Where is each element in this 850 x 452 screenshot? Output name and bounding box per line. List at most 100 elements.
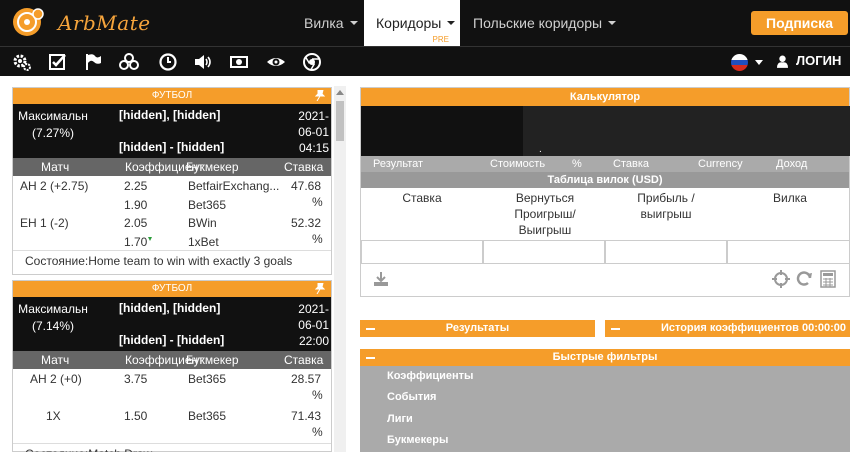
chrome-icon[interactable] [302,52,322,72]
filter-bookmakers[interactable]: Букмекеры [387,434,448,446]
stake-percent: % [312,195,323,209]
event-teams: [hidden], [hidden] [119,108,221,122]
eye-icon[interactable] [266,52,286,72]
coefficient: 3.75 [124,372,148,386]
return-input[interactable] [483,240,605,264]
refresh-icon[interactable] [795,270,813,288]
chevron-down-icon[interactable] [755,60,763,65]
stake-percent: % [312,388,323,402]
card-header: ФУТБОЛ [13,88,331,104]
col-bookmaker: Букмекер [186,353,239,367]
market: 1X [46,409,61,423]
quick-filters-toggle[interactable]: Быстрые фильтры [360,349,850,366]
market: AH 2 (+2.75) [20,179,89,193]
odds-history-label: История коэффициентов 00:00:00 [660,322,846,334]
stake-value: 52.32 [291,216,322,230]
col-cost: Стоимость [490,158,546,170]
nav-vilka[interactable]: Вилка [304,0,358,46]
app-logo-text[interactable]: ArbMate [58,11,151,35]
flag-icon[interactable] [83,52,103,72]
chevron-down-icon [447,21,456,25]
chevron-down-icon [608,21,617,25]
bet-row[interactable]: AH 2 (+0) 3.75 Bet365 28.57 % [13,369,331,406]
nav-polish-label: Польские коридоры [473,15,603,31]
event-teams: [hidden], [hidden] [119,301,221,315]
grid-surebet: Вилка [773,191,807,205]
card-header: ФУТБОЛ [13,281,331,297]
event-date: 06-01 [298,318,329,332]
market: EH 1 (-2) [20,216,69,230]
bookmaker-alt: Bet365 [188,198,227,212]
event-time: 04:15 [298,141,329,155]
calculator-icon[interactable] [820,270,836,288]
top-navbar: ArbMate Вилка Коридоры PRE Польские кори… [0,0,850,46]
col-match: Матч [41,160,70,174]
col-stake: Ставка [284,160,324,174]
coefficient: 2.05 [124,216,148,230]
odds-history-toggle[interactable]: История коэффициентов 00:00:00 [605,320,850,337]
surebet-input[interactable] [727,240,850,264]
download-icon[interactable] [373,271,389,287]
profit-label: Максимальн [18,109,88,123]
calculator-footer [361,264,849,294]
nav-koridory[interactable]: Коридоры PRE [364,0,460,46]
grid-return: Вернуться Проигрыш/ Выигрыш [514,191,576,237]
bet-row[interactable]: 1X 1.50 Bet365 71.43 % [13,406,331,443]
bet-row[interactable]: EH 1 (-2) 2.05 1.70 BWin 1xBet 52.32 % [13,213,331,250]
bet-row[interactable]: AH 2 (+2.75) 2.25 1.90 BetfairExchang...… [13,176,331,213]
calculator-display: . [361,106,850,156]
nav-koridory-label: Коридоры [376,15,442,31]
chevron-down-icon [349,21,358,25]
volume-icon[interactable] [193,52,213,72]
surebet-table: Ставка Вернуться Проигрыш/ Выигрыш Прибы… [361,188,849,240]
col-bookmaker: Букмекер [186,160,239,174]
coefficient: 1.50 [124,409,148,423]
login-link[interactable]: ЛОГИН [796,53,841,68]
pin-icon[interactable] [315,90,325,101]
bookmaker: Bet365 [188,372,227,386]
calculator-columns: Результат Стоимость % Ставка Currency До… [361,156,849,172]
quick-filters-list: Коэффициенты События Лиги Букмекеры [360,366,850,452]
grid-profit: Прибыль / выигрыш [637,191,695,221]
surebet-card[interactable]: ФУТБОЛ Максимальн (7.14%) [hidden], [hid… [12,280,332,452]
bets-table-header: Матч Коэффициент Букмекер Ставка [13,158,331,176]
bookmaker-alt: 1xBet [188,235,219,249]
subscribe-button[interactable]: Подписка [751,11,848,35]
event-date-year: 2021- [298,109,329,123]
sport-label: ФУТБОЛ [151,90,193,101]
nav-polish-koridory[interactable]: Польские коридоры [473,0,617,46]
stake-percent: % [312,232,323,246]
bets-table-header: Матч Коэффициент Букмекер Ставка [13,351,331,369]
pin-icon[interactable] [315,283,325,294]
event-info: Максимальн (7.14%) [hidden], [hidden] [h… [13,297,331,351]
profit-percent: (7.27%) [31,126,75,140]
col-stake: Ставка [613,158,649,170]
clock-icon[interactable] [158,52,178,72]
filter-events[interactable]: События [387,391,436,403]
coefficient-alt: 1.70 [124,235,148,249]
scrollbar-thumb[interactable] [336,101,344,141]
stake-value: 47.68 [291,179,322,193]
event-date: 06-01 [298,125,329,139]
settings-icon[interactable] [12,52,32,72]
money-icon[interactable] [229,52,249,72]
layers-icon[interactable] [119,52,139,72]
col-result: Результат [373,158,424,170]
language-flag-icon[interactable] [731,54,748,71]
filter-leagues[interactable]: Лиги [387,413,413,425]
scroll-up-icon[interactable] [336,90,344,95]
crosshair-icon[interactable] [772,270,790,288]
stake-percent: % [312,425,323,439]
stake-input[interactable] [361,240,483,264]
coefficient: 2.25 [124,179,148,193]
calculator-dot: . [539,144,542,155]
checklist-icon[interactable] [48,52,68,72]
filter-odds[interactable]: Коэффициенты [387,370,473,382]
profit-label: Максимальн [18,302,88,316]
sport-label: ФУТБОЛ [151,283,193,294]
results-toggle[interactable]: Результаты [360,320,595,337]
left-scrollbar[interactable] [334,86,346,452]
surebet-card[interactable]: ФУТБОЛ Максимальн (7.27%) [hidden], [hid… [12,87,332,275]
profit-input[interactable] [605,240,727,264]
market: AH 2 (+0) [30,372,82,386]
